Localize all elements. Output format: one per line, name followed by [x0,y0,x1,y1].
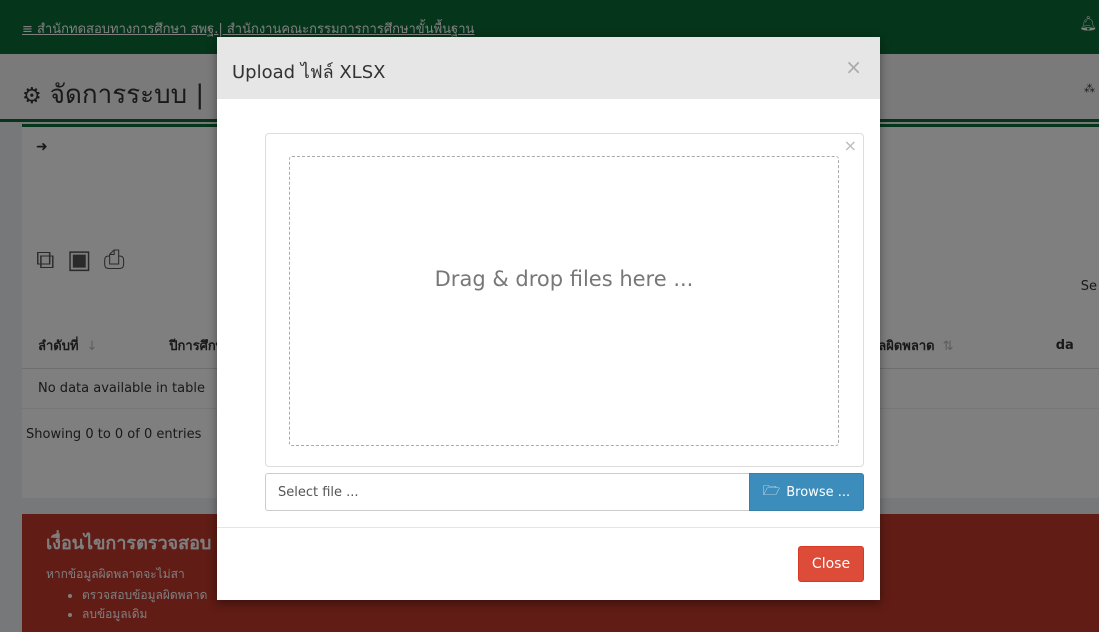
upload-modal: Upload ไฟล์ XLSX × × Drag & drop files h… [217,37,880,600]
close-button[interactable]: Close [798,546,864,582]
file-preview-box: × Drag & drop files here ... [265,133,864,467]
modal-title: Upload ไฟล์ XLSX [232,62,386,83]
dropzone-close-icon[interactable]: × [844,136,857,155]
modal-footer: Close [217,527,880,600]
modal-header: Upload ไฟล์ XLSX × [217,37,880,99]
file-caption-input[interactable] [265,473,750,511]
browse-label: Browse ... [786,484,851,500]
drop-zone-text: Drag & drop files here ... [434,267,694,291]
drop-zone[interactable]: Drag & drop files here ... [289,156,839,446]
modal-close-icon[interactable]: × [845,55,862,79]
browse-button[interactable]: 🗁 Browse ... [749,473,864,511]
folder-open-icon: 🗁 [762,483,781,499]
